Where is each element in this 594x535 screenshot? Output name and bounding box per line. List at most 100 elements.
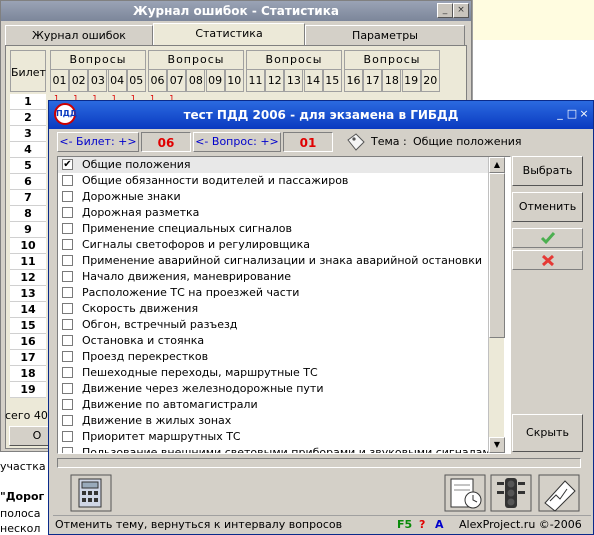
topic-list-item[interactable]: ✔ Общие положения: [58, 157, 488, 173]
ticket-row-number[interactable]: 15: [10, 318, 46, 334]
topic-list-item[interactable]: Пешеходные переходы, маршрутные ТС: [58, 365, 488, 381]
ticket-row-number[interactable]: 5: [10, 158, 46, 174]
topic-checkbox[interactable]: [62, 175, 73, 186]
close-icon[interactable]: ×: [577, 107, 591, 121]
topic-list-item[interactable]: Остановка и стоянка: [58, 333, 488, 349]
reject-button[interactable]: [512, 250, 583, 270]
topic-checkbox[interactable]: [62, 271, 73, 282]
topic-checkbox[interactable]: [62, 191, 73, 202]
topic-checkbox[interactable]: [62, 207, 73, 218]
tab-statistics[interactable]: Статистика: [153, 23, 305, 45]
question-group-header: Вопросы: [344, 50, 440, 70]
traffic-light-icon[interactable]: [489, 473, 533, 513]
ticket-row-number[interactable]: 1: [10, 94, 46, 110]
ticket-row-number[interactable]: 4: [10, 142, 46, 158]
topic-checkbox[interactable]: [62, 303, 73, 314]
topic-list-item[interactable]: Применение специальных сигналов: [58, 221, 488, 237]
select-button[interactable]: Выбрать: [512, 156, 583, 186]
ticket-row-number[interactable]: 3: [10, 126, 46, 142]
topic-list-item[interactable]: Общие обязанности водителей и пассажиров: [58, 173, 488, 189]
topic-label: Приоритет маршрутных ТС: [82, 430, 241, 443]
topic-checkbox[interactable]: [62, 399, 73, 410]
question-group-header: Вопросы: [148, 50, 244, 70]
ticket-row-number[interactable]: 10: [10, 238, 46, 254]
question-number-header: 20: [420, 70, 440, 92]
topic-label: Дорожные знаки: [82, 190, 181, 203]
topic-list-item[interactable]: Движение по автомагистрали: [58, 397, 488, 413]
f5-key[interactable]: F5: [397, 516, 412, 534]
close-icon[interactable]: ×: [453, 3, 469, 18]
topic-list-item[interactable]: Движение в жилых зонах: [58, 413, 488, 429]
topic-list-item[interactable]: Скорость движения: [58, 301, 488, 317]
scroll-up-icon[interactable]: ▲: [489, 157, 505, 173]
topic-label: Дорожная разметка: [82, 206, 200, 219]
question-number-header: 02: [69, 70, 89, 92]
ticket-row-number[interactable]: 16: [10, 334, 46, 350]
progress-bar: [57, 458, 581, 468]
scroll-thumb[interactable]: [489, 173, 505, 338]
ticket-row-number[interactable]: 14: [10, 302, 46, 318]
ticket-row-number[interactable]: 17: [10, 350, 46, 366]
topic-checkbox[interactable]: [62, 335, 73, 346]
status-bar: Отменить тему, вернуться к интервалу воп…: [53, 515, 591, 533]
topic-list-item[interactable]: Пользование внешними световыми приборами…: [58, 445, 498, 453]
ticket-row-number[interactable]: 11: [10, 254, 46, 270]
topic-checkbox[interactable]: [62, 239, 73, 250]
ticket-row-number[interactable]: 12: [10, 270, 46, 286]
topic-checkbox[interactable]: [62, 367, 73, 378]
ticket-row-number[interactable]: 8: [10, 206, 46, 222]
ticket-row-number[interactable]: 18: [10, 366, 46, 382]
topic-checkbox[interactable]: [62, 415, 73, 426]
ticket-row-number[interactable]: 19: [10, 382, 46, 398]
ticket-nav-button[interactable]: <- Билет: +>: [57, 132, 139, 152]
topic-label: Применение аварийной сигнализации и знак…: [82, 254, 483, 267]
topic-label: Пешеходные переходы, маршрутные ТС: [82, 366, 318, 379]
confirm-button[interactable]: [512, 228, 583, 248]
topic-list-item[interactable]: Движение через железнодорожные пути: [58, 381, 488, 397]
tab-error-log[interactable]: Журнал ошибок: [5, 25, 153, 45]
ticket-row-number[interactable]: 2: [10, 110, 46, 126]
ticket-row-number[interactable]: 7: [10, 190, 46, 206]
topic-checkbox[interactable]: [62, 447, 73, 453]
question-number-header: 19: [401, 70, 421, 92]
topic-checkbox[interactable]: [62, 223, 73, 234]
question-number-header: 15: [322, 70, 342, 92]
topic-list-item[interactable]: Сигналы светофоров и регулировщика: [58, 237, 488, 253]
pdd-logo-icon: ПДД: [54, 103, 77, 125]
chart-icon[interactable]: [537, 473, 581, 513]
question-number-header: 11: [246, 70, 265, 92]
topic-checkbox[interactable]: [62, 431, 73, 442]
help-key[interactable]: ?: [419, 516, 425, 534]
topic-checkbox[interactable]: [62, 255, 73, 266]
ticket-row-number[interactable]: 9: [10, 222, 46, 238]
minimize-icon[interactable]: _: [437, 3, 453, 18]
cancel-button[interactable]: Отменить: [512, 192, 583, 222]
a-key[interactable]: A: [435, 516, 444, 534]
question-nav-button[interactable]: <- Вопрос: +>: [193, 132, 281, 152]
topic-list-item[interactable]: Начало движения, маневрирование: [58, 269, 488, 285]
bg-text-line: участка: [0, 460, 46, 473]
calculator-icon[interactable]: [69, 473, 113, 513]
ticket-row-number[interactable]: 13: [10, 286, 46, 302]
list-scrollbar[interactable]: ▲ ▼: [488, 157, 505, 453]
topic-checkbox[interactable]: [62, 287, 73, 298]
scroll-down-icon[interactable]: ▼: [489, 437, 505, 453]
topic-checkbox[interactable]: [62, 351, 73, 362]
topic-checkbox[interactable]: [62, 319, 73, 330]
question-number-header: 14: [303, 70, 323, 92]
topic-list-item[interactable]: Обгон, встречный разъезд: [58, 317, 488, 333]
topic-list-item[interactable]: Проезд перекрестков: [58, 349, 488, 365]
topic-list-item[interactable]: Приоритет маршрутных ТС: [58, 429, 488, 445]
tab-parameters[interactable]: Параметры: [305, 25, 465, 45]
theme-value: Общие положения: [413, 135, 522, 148]
topic-list-item[interactable]: Расположение ТС на проезжей части: [58, 285, 488, 301]
topic-checkbox[interactable]: ✔: [62, 159, 73, 170]
clock-document-icon[interactable]: [443, 473, 487, 513]
copyright: AlexProject.ru ©-2006: [459, 518, 582, 531]
topic-list-item[interactable]: Дорожные знаки: [58, 189, 488, 205]
hide-button[interactable]: Скрыть: [512, 414, 583, 452]
topic-list-item[interactable]: Применение аварийной сигнализации и знак…: [58, 253, 488, 269]
ticket-row-number[interactable]: 6: [10, 174, 46, 190]
topic-checkbox[interactable]: [62, 383, 73, 394]
topic-list-item[interactable]: Дорожная разметка: [58, 205, 488, 221]
